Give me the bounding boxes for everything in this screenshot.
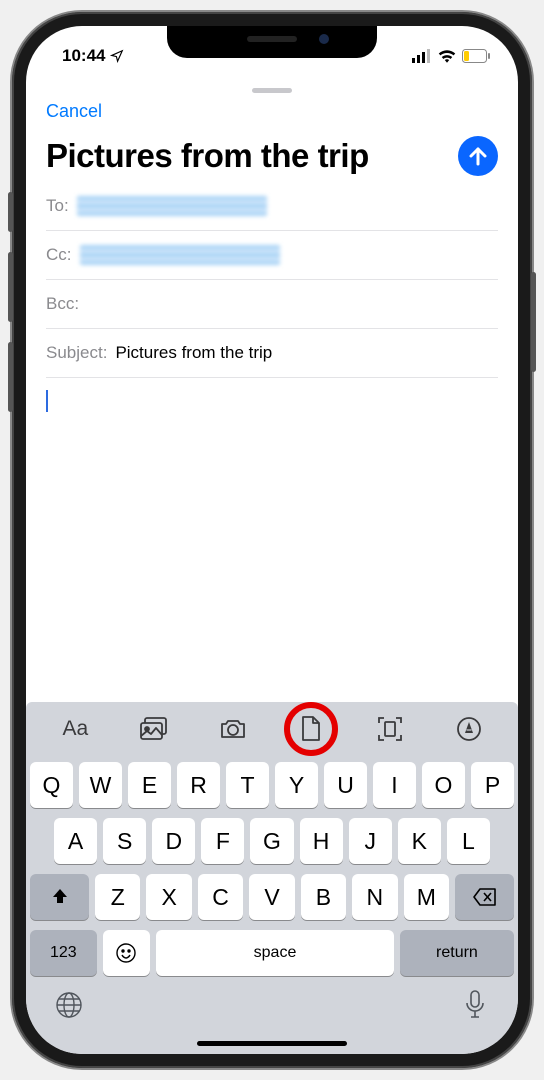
to-value-redacted <box>77 196 267 216</box>
photos-icon <box>140 717 168 741</box>
key-d[interactable]: D <box>152 818 195 864</box>
screen: 10:44 Cancel Pictures from the trip To: <box>26 26 518 1054</box>
key-k[interactable]: K <box>398 818 441 864</box>
key-a[interactable]: A <box>54 818 97 864</box>
send-button[interactable] <box>458 136 498 176</box>
camera-icon <box>219 718 247 740</box>
text-cursor <box>46 390 48 412</box>
to-field[interactable]: To: <box>46 182 498 231</box>
to-label: To: <box>46 196 69 216</box>
delete-key[interactable] <box>455 874 514 920</box>
key-q[interactable]: Q <box>30 762 73 808</box>
power-button <box>531 272 536 372</box>
markup-icon <box>456 716 482 742</box>
mute-switch <box>8 192 13 232</box>
key-r[interactable]: R <box>177 762 220 808</box>
subject-value: Pictures from the trip <box>115 343 272 363</box>
cellular-icon <box>412 49 432 63</box>
keyboard-row-1: Q W E R T Y U I O P <box>30 762 514 808</box>
status-time: 10:44 <box>62 46 105 66</box>
cancel-button[interactable]: Cancel <box>46 101 102 122</box>
key-o[interactable]: O <box>422 762 465 808</box>
subject-field[interactable]: Subject: Pictures from the trip <box>46 329 498 378</box>
attach-document-button[interactable] <box>284 709 338 749</box>
key-m[interactable]: M <box>404 874 449 920</box>
shift-key[interactable] <box>30 874 89 920</box>
key-z[interactable]: Z <box>95 874 140 920</box>
key-f[interactable]: F <box>201 818 244 864</box>
keyboard-row-2: A S D F G H J K L <box>30 818 514 864</box>
key-v[interactable]: V <box>249 874 294 920</box>
microphone-icon <box>464 990 486 1020</box>
return-key[interactable]: return <box>400 930 514 976</box>
key-i[interactable]: I <box>373 762 416 808</box>
key-x[interactable]: X <box>146 874 191 920</box>
text-format-button[interactable]: Aa <box>48 709 102 749</box>
space-key[interactable]: space <box>156 930 394 976</box>
wifi-icon <box>438 49 456 63</box>
key-u[interactable]: U <box>324 762 367 808</box>
dictation-button[interactable] <box>460 990 490 1020</box>
cc-label: Cc: <box>46 245 72 265</box>
key-l[interactable]: L <box>447 818 490 864</box>
key-y[interactable]: Y <box>275 762 318 808</box>
subject-label: Subject: <box>46 343 107 363</box>
photo-library-button[interactable] <box>127 709 181 749</box>
keyboard: Q W E R T Y U I O P A S D F G H J K L <box>26 756 518 984</box>
key-e[interactable]: E <box>128 762 171 808</box>
compose-title: Pictures from the trip <box>46 139 448 174</box>
cc-field[interactable]: Cc: <box>46 231 498 280</box>
notch <box>167 26 377 58</box>
key-s[interactable]: S <box>103 818 146 864</box>
shift-icon <box>50 887 70 907</box>
key-t[interactable]: T <box>226 762 269 808</box>
phone-frame: 10:44 Cancel Pictures from the trip To: <box>12 12 532 1068</box>
volume-down-button <box>8 342 13 412</box>
cc-value-redacted <box>80 245 280 265</box>
markup-button[interactable] <box>442 709 496 749</box>
bcc-label: Bcc: <box>46 294 79 314</box>
emoji-icon <box>115 942 137 964</box>
location-icon <box>110 49 124 63</box>
sheet-handle[interactable] <box>26 76 518 93</box>
volume-up-button <box>8 252 13 322</box>
keyboard-row-3: Z X C V B N M <box>30 874 514 920</box>
key-g[interactable]: G <box>250 818 293 864</box>
arrow-up-icon <box>466 144 490 168</box>
keyboard-row-4: 123 space return <box>30 930 514 976</box>
scan-document-button[interactable] <box>363 709 417 749</box>
emoji-key[interactable] <box>103 930 151 976</box>
globe-button[interactable] <box>54 990 84 1020</box>
title-row: Pictures from the trip <box>26 122 518 182</box>
bcc-field[interactable]: Bcc: <box>46 280 498 329</box>
scan-icon <box>377 716 403 742</box>
globe-icon <box>55 991 83 1019</box>
camera-button[interactable] <box>206 709 260 749</box>
key-w[interactable]: W <box>79 762 122 808</box>
key-c[interactable]: C <box>198 874 243 920</box>
key-b[interactable]: B <box>301 874 346 920</box>
key-j[interactable]: J <box>349 818 392 864</box>
battery-low-icon <box>462 49 490 63</box>
key-h[interactable]: H <box>300 818 343 864</box>
document-icon <box>300 716 322 742</box>
backspace-icon <box>473 888 497 906</box>
format-toolbar: Aa <box>26 702 518 756</box>
nav-bar: Cancel <box>26 93 518 122</box>
numbers-key[interactable]: 123 <box>30 930 97 976</box>
home-indicator[interactable] <box>197 1041 347 1046</box>
key-n[interactable]: N <box>352 874 397 920</box>
message-body[interactable] <box>26 378 518 702</box>
key-p[interactable]: P <box>471 762 514 808</box>
